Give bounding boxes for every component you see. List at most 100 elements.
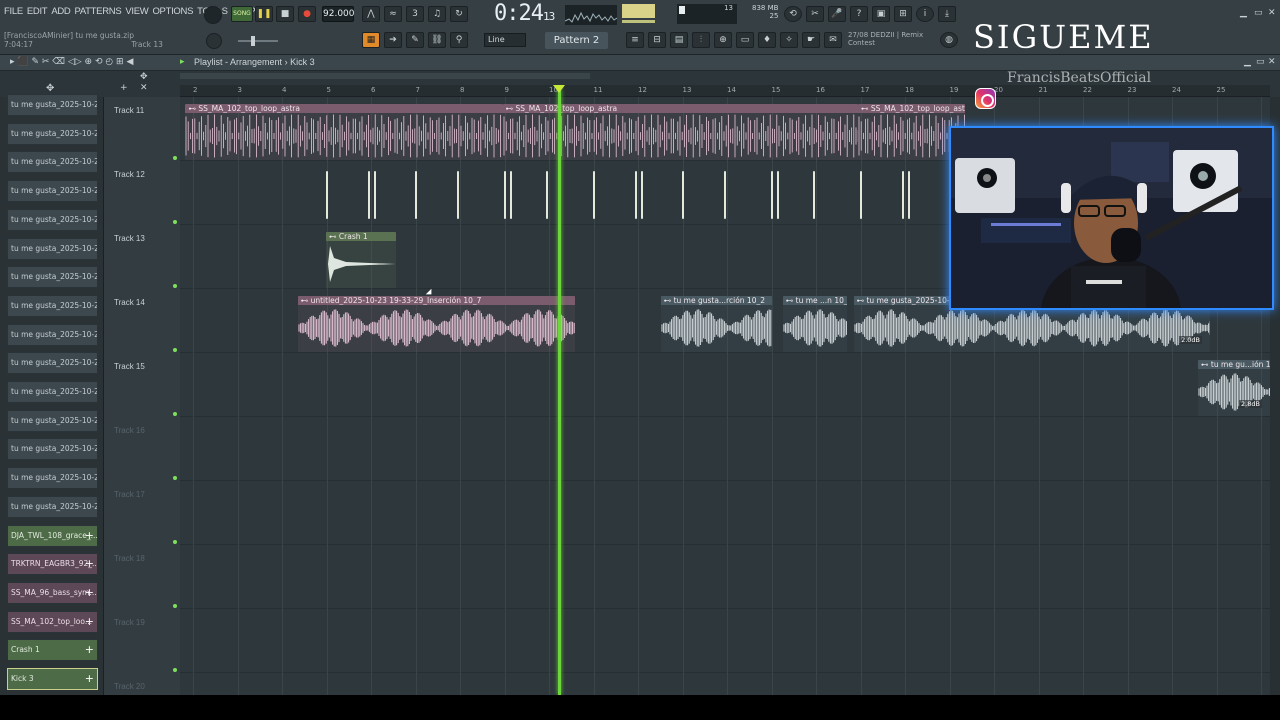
audio-clip[interactable]: ⊷ tu me gusta...rción 10_2	[660, 296, 772, 352]
metronome-icon[interactable]: ⋀	[362, 6, 380, 22]
picker-item[interactable]: tu me gusta_2025-10-23...	[7, 266, 98, 289]
playlist-minimize-icon[interactable]: ▁	[1244, 57, 1251, 67]
picker-item[interactable]: tu me gusta_2025-10-23...	[7, 495, 98, 518]
master-pitch-slider[interactable]	[238, 40, 278, 42]
kick-hit[interactable]	[326, 171, 328, 219]
track-lane[interactable]	[180, 481, 1270, 545]
kick-hit[interactable]	[367, 171, 370, 219]
draw-icon[interactable]: ✎	[406, 32, 424, 48]
picker-item[interactable]: tu me gusta_2025-10-23...	[7, 409, 98, 432]
picker-item[interactable]: tu me gusta_2025-10-23...	[7, 208, 98, 231]
menu-view[interactable]: VIEW	[125, 6, 148, 17]
picker-item[interactable]: tu me gusta_2025-10-23...	[7, 467, 98, 490]
undo-icon[interactable]: ⟲	[784, 6, 802, 22]
browser-icon[interactable]: ⫶	[692, 32, 710, 48]
add-icon[interactable]: +	[85, 640, 94, 660]
track-mute-led[interactable]	[173, 220, 177, 224]
playlist-icon[interactable]: ▦	[362, 32, 380, 48]
picker-item[interactable]: Crash 1 +	[7, 639, 98, 662]
track-lane[interactable]	[180, 417, 1270, 481]
master-volume-knob[interactable]	[206, 33, 222, 49]
cpu-dial-icon[interactable]	[204, 6, 222, 24]
add-icon[interactable]: +	[85, 612, 94, 632]
menu-file[interactable]: FILE	[4, 6, 23, 17]
menu-edit[interactable]: EDIT	[27, 6, 48, 17]
time-display[interactable]: 0:2413	[494, 1, 555, 26]
track-name[interactable]: Track 12	[114, 170, 145, 179]
track-lane[interactable]	[180, 545, 1270, 609]
menu-options[interactable]: OPTIONS	[152, 6, 193, 17]
wrench-icon[interactable]: ✧	[780, 32, 798, 48]
track-mute-led[interactable]	[173, 668, 177, 672]
slider-handle[interactable]	[251, 36, 255, 46]
picker-item[interactable]: SS_MA_102_top_loo... +	[7, 610, 98, 633]
menu-add[interactable]: ADD	[51, 6, 70, 17]
kick-hit[interactable]	[907, 171, 910, 219]
add-icon[interactable]: +	[85, 554, 94, 574]
news-promo[interactable]: 27/08 DEDZII | Remix Contest	[848, 31, 923, 47]
project-icon[interactable]: ▭	[736, 32, 754, 48]
kick-hit[interactable]	[373, 171, 376, 219]
playlist-close-icon[interactable]: ✕	[1268, 57, 1276, 67]
pan-icon[interactable]: ✥	[140, 72, 148, 82]
playlist-maximize-icon[interactable]: ▭	[1256, 57, 1265, 67]
audio-clip[interactable]: ⊷ Crash 1	[326, 232, 396, 288]
picker-item[interactable]: tu me gusta_2025-10-23...	[7, 323, 98, 346]
track-mute-led[interactable]	[173, 476, 177, 480]
info-icon[interactable]: i	[916, 6, 934, 22]
arrow-icon[interactable]: ➔	[384, 32, 402, 48]
add-icon[interactable]: +	[85, 583, 94, 603]
track-name[interactable]: Track 15	[114, 362, 145, 371]
kick-hit[interactable]	[456, 171, 459, 219]
plugin-db-icon[interactable]: ⊕	[714, 32, 732, 48]
song-mode-toggle[interactable]: SONG	[231, 6, 253, 22]
kick-hit[interactable]	[415, 171, 417, 219]
playlist-arrow-icon[interactable]: ▸	[180, 57, 185, 67]
picker-item[interactable]: tu me gusta_2025-10-23...	[7, 438, 98, 461]
maximize-icon[interactable]: ▭	[1254, 8, 1263, 18]
playhead[interactable]	[558, 88, 561, 695]
timeline-ruler[interactable]: 2 3 4 5 6 7 8 9 10 11 12 13 14 15 16 17 18 19 20 21 22 23 24 25	[180, 85, 1270, 97]
audio-clip[interactable]: ⊷ untitled_2025-10-23 19-33-29_Inserción…	[297, 296, 575, 352]
track-name[interactable]: Track 19	[114, 618, 145, 627]
picker-item[interactable]: tu me gusta_2025-10-23...	[7, 237, 98, 260]
track-name[interactable]: Track 18	[114, 554, 145, 563]
tempo-display[interactable]: 92.000	[322, 6, 355, 22]
audio-clip[interactable]: ⊷ tu me gu...ión 10_2 2.8dB	[1198, 360, 1270, 416]
track-mute-led[interactable]	[173, 604, 177, 608]
picker-item[interactable]: tu me gusta_2025-10-23...	[7, 151, 98, 174]
save-icon[interactable]: ▣	[872, 6, 890, 22]
microphone-icon[interactable]: 🎤	[828, 6, 846, 22]
news-icon[interactable]: ✉	[824, 32, 842, 48]
picker-item[interactable]: Kick 3 +	[7, 668, 98, 690]
tuner-icon[interactable]: ♦	[758, 32, 776, 48]
kick-hit[interactable]	[510, 171, 512, 219]
snap-select[interactable]: Line	[484, 33, 526, 47]
pattern-selector[interactable]: Pattern 2	[545, 32, 608, 49]
track-name[interactable]: Track 16	[114, 426, 145, 435]
track-name[interactable]: Track 14	[114, 298, 145, 307]
kick-hit[interactable]	[634, 171, 637, 219]
download-icon[interactable]: ⤓	[938, 6, 956, 22]
track-name[interactable]: Track 20	[114, 682, 145, 691]
picker-item[interactable]: tu me gusta_2025-10-23...	[7, 94, 98, 116]
stamp-icon[interactable]: ⚲	[450, 32, 468, 48]
playhead-marker[interactable]	[553, 85, 565, 93]
close-icon[interactable]: ✕	[1268, 8, 1276, 18]
track-lane[interactable]	[180, 609, 1270, 673]
add-track-icon[interactable]: +	[120, 83, 128, 93]
kick-hit[interactable]	[593, 171, 595, 219]
track-lane[interactable]	[180, 673, 1270, 695]
countdown-icon[interactable]: 3	[406, 6, 424, 22]
add-icon[interactable]: +	[85, 526, 94, 546]
menu-patterns[interactable]: PATTERNS	[75, 6, 122, 17]
kick-hit[interactable]	[723, 171, 726, 219]
kick-hit[interactable]	[771, 171, 773, 219]
track-lane[interactable]	[180, 353, 1270, 417]
kick-hit[interactable]	[640, 171, 643, 219]
kick-hit[interactable]	[812, 171, 815, 219]
add-icon[interactable]: +	[85, 669, 94, 689]
track-mute-led[interactable]	[173, 348, 177, 352]
audio-clip[interactable]: ⊷ tu me ...n 10_2	[782, 296, 848, 352]
help-icon[interactable]: ?	[850, 6, 868, 22]
